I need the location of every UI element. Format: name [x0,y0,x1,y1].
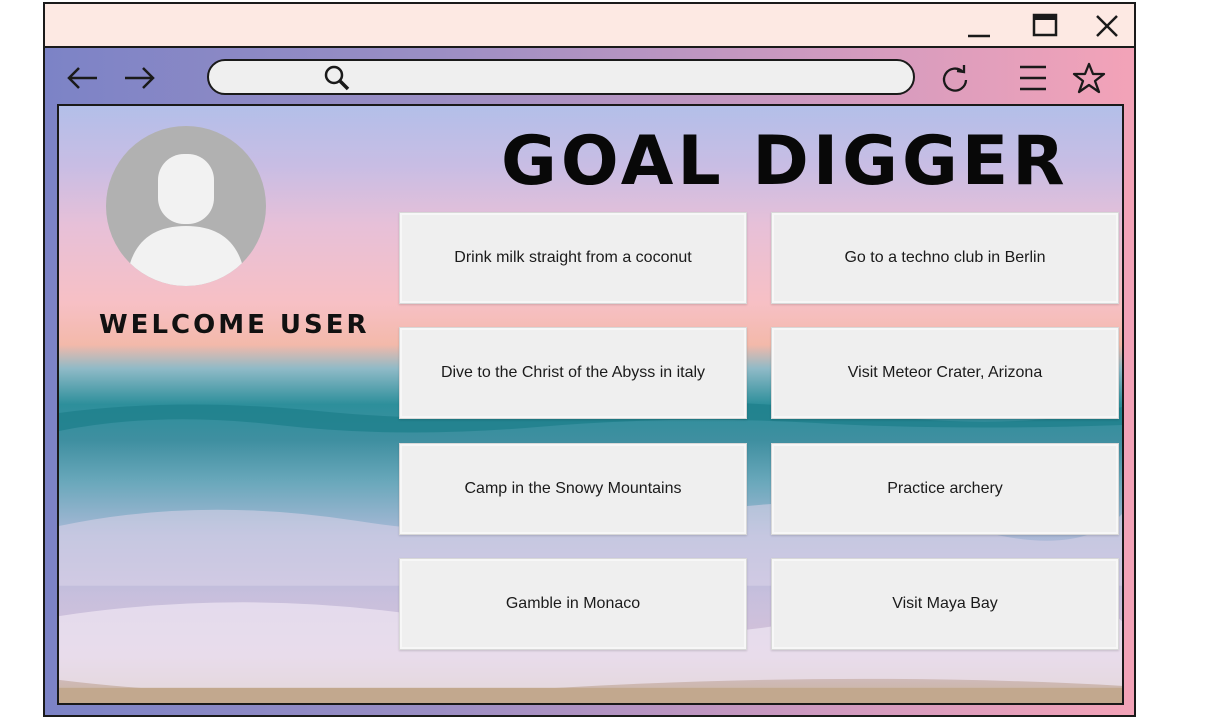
forward-arrow-icon[interactable] [121,62,157,94]
goal-card[interactable]: Practice archery [771,443,1119,535]
close-icon[interactable] [1093,12,1121,40]
minimize-icon[interactable] [965,12,993,40]
url-input[interactable] [357,66,897,88]
goal-card[interactable]: Gamble in Monaco [399,558,747,650]
browser-toolbar [45,50,1134,104]
address-bar[interactable] [207,59,915,95]
maximize-icon[interactable] [1031,12,1059,40]
browser-window: WELCOME USER GOAL DIGGER Drink milk stra… [43,2,1136,717]
user-icon [126,154,246,286]
back-arrow-icon[interactable] [65,62,101,94]
star-icon[interactable] [1071,62,1107,94]
goal-card[interactable]: Camp in the Snowy Mountains [399,443,747,535]
goal-card[interactable]: Visit Maya Bay [771,558,1119,650]
menu-icon[interactable] [1015,62,1051,94]
goal-card[interactable]: Go to a techno club in Berlin [771,212,1119,304]
refresh-icon[interactable] [937,62,973,94]
title-bar [45,4,1134,48]
welcome-text: WELCOME USER [99,310,370,340]
goal-card[interactable]: Dive to the Christ of the Abyss in italy [399,327,747,419]
search-icon[interactable] [323,64,351,92]
page-title: GOAL DIGGER [501,122,1069,201]
goal-card[interactable]: Visit Meteor Crater, Arizona [771,327,1119,419]
page-content: WELCOME USER GOAL DIGGER Drink milk stra… [57,104,1124,705]
goal-card[interactable]: Drink milk straight from a coconut [399,212,747,304]
avatar[interactable] [106,126,266,286]
